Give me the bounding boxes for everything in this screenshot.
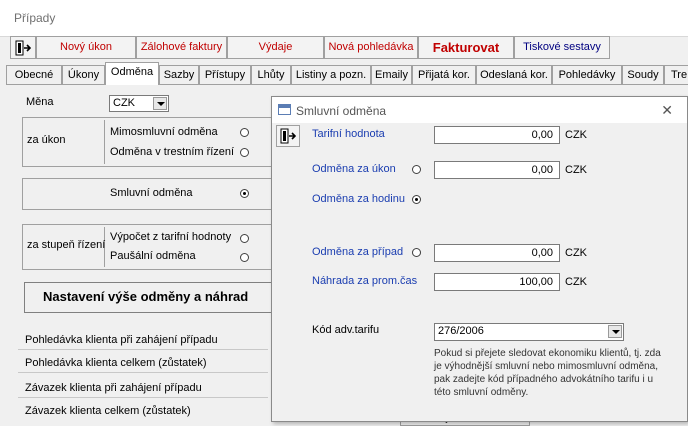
client-liability-total-label: Závazek klienta celkem (zůstatek) bbox=[25, 405, 191, 417]
tab-emaily[interactable]: Emaily bbox=[371, 65, 412, 84]
case-fee-input[interactable]: 0,00 bbox=[434, 244, 560, 262]
dialog-title: Smluvní odměna bbox=[296, 104, 387, 118]
tariff-code-label: Kód adv.tarifu bbox=[312, 324, 380, 336]
new-task-button[interactable]: Nový úkon bbox=[36, 36, 136, 59]
per-stage-label: za stupeň řízení bbox=[27, 239, 106, 251]
contract-fee-radio[interactable] bbox=[240, 189, 249, 198]
tab-odeslana-kor[interactable]: Odeslaná kor. bbox=[476, 65, 552, 84]
tab-ukony[interactable]: Úkony bbox=[62, 65, 105, 84]
divider bbox=[18, 349, 268, 350]
chevron-down-icon[interactable] bbox=[153, 97, 167, 110]
tab-listiny[interactable]: Listiny a pozn. bbox=[291, 65, 371, 84]
hourly-fee-radio[interactable] bbox=[412, 195, 421, 204]
tariff-value-label: Tarifní hodnota bbox=[312, 128, 385, 140]
time-compensation-label: Náhrada za prom.čas bbox=[312, 275, 418, 287]
currency-label: CZK bbox=[565, 276, 587, 288]
hourly-fee-label: Odměna za hodinu bbox=[312, 193, 405, 205]
tab-prijata-kor[interactable]: Přijatá kor. bbox=[412, 65, 476, 84]
exit-door-icon bbox=[15, 40, 32, 56]
non-contract-fee-radio[interactable] bbox=[240, 128, 249, 137]
per-task-label: za úkon bbox=[27, 134, 66, 146]
invoice-button[interactable]: Fakturovat bbox=[418, 36, 514, 59]
currency-label: Měna bbox=[26, 96, 54, 108]
divider bbox=[18, 397, 268, 398]
tariff-code-hint: Pokud si přejete sledovat ekonomiku klie… bbox=[434, 348, 661, 398]
divider bbox=[18, 372, 268, 373]
tab-bar: Obecné Úkony Odměna Sazby Přístupy Lhůty… bbox=[6, 62, 688, 85]
tariff-value-input[interactable]: 0,00 bbox=[434, 126, 560, 144]
per-task-fee-label: Odměna za úkon bbox=[312, 163, 396, 175]
tab-more[interactable]: Tre bbox=[664, 65, 688, 84]
case-fee-label: Odměna za případ bbox=[312, 246, 404, 258]
criminal-fee-label: Odměna v trestním řízení bbox=[110, 146, 235, 158]
non-contract-fee-label: Mimosmluvní odměna bbox=[110, 126, 218, 138]
currency-label: CZK bbox=[565, 247, 587, 259]
divider bbox=[104, 120, 105, 164]
contract-fee-label: Smluvní odměna bbox=[110, 187, 193, 199]
currency-select[interactable]: CZK bbox=[109, 95, 169, 112]
window-icon bbox=[278, 104, 291, 115]
tab-soudy[interactable]: Soudy bbox=[622, 65, 664, 84]
flat-fee-radio[interactable] bbox=[240, 253, 249, 262]
case-fee-radio[interactable] bbox=[412, 248, 421, 257]
tariff-calc-radio[interactable] bbox=[240, 234, 249, 243]
tab-lhuty[interactable]: Lhůty bbox=[251, 65, 291, 84]
tariff-calc-label: Výpočet z tarifní hodnoty bbox=[110, 231, 232, 243]
print-reports-button[interactable]: Tiskové sestavy bbox=[514, 36, 610, 59]
expenses-button[interactable]: Výdaje bbox=[227, 36, 324, 59]
deposit-invoices-button[interactable]: Zálohové faktury bbox=[136, 36, 227, 59]
tab-pristupy[interactable]: Přístupy bbox=[199, 65, 251, 84]
dialog-exit-button[interactable] bbox=[276, 125, 300, 147]
exit-button[interactable] bbox=[10, 36, 36, 59]
toolbar: Nový úkon Zálohové faktury Výdaje Nová p… bbox=[10, 36, 688, 61]
close-icon[interactable]: ✕ bbox=[661, 102, 673, 119]
flat-fee-label: Paušální odměna bbox=[110, 250, 196, 262]
tab-pohledavky[interactable]: Pohledávky bbox=[552, 65, 622, 84]
currency-label: CZK bbox=[565, 164, 587, 176]
fee-settings-button[interactable]: Nastavení výše odměny a náhrad bbox=[24, 282, 284, 313]
new-receivable-button[interactable]: Nová pohledávka bbox=[324, 36, 418, 59]
currency-label: CZK bbox=[565, 129, 587, 141]
tab-obecne[interactable]: Obecné bbox=[6, 65, 62, 84]
criminal-fee-radio[interactable] bbox=[240, 148, 249, 157]
dialog-titlebar: Smluvní odměna ✕ bbox=[272, 97, 687, 123]
client-receivable-start-label: Pohledávka klienta při zahájení případu bbox=[25, 334, 218, 346]
time-compensation-input[interactable]: 100,00 bbox=[434, 273, 560, 291]
window-title: Případy bbox=[14, 11, 56, 25]
tab-sazby[interactable]: Sazby bbox=[159, 65, 199, 84]
window-titlebar: Případy bbox=[0, 0, 688, 37]
client-liability-start-label: Závazek klienta při zahájení případu bbox=[25, 382, 202, 394]
tab-odmena[interactable]: Odměna bbox=[105, 62, 159, 85]
contract-fee-dialog: Smluvní odměna ✕ Tarifní hodnota 0,00 CZ… bbox=[271, 96, 688, 422]
exit-door-icon bbox=[280, 128, 297, 144]
chevron-down-icon[interactable] bbox=[608, 325, 622, 338]
tariff-code-select[interactable]: 276/2006 bbox=[434, 323, 624, 341]
per-task-fee-input[interactable]: 0,00 bbox=[434, 161, 560, 179]
client-receivable-total-label: Pohledávka klienta celkem (zůstatek) bbox=[25, 357, 207, 369]
per-task-fee-radio[interactable] bbox=[412, 165, 421, 174]
